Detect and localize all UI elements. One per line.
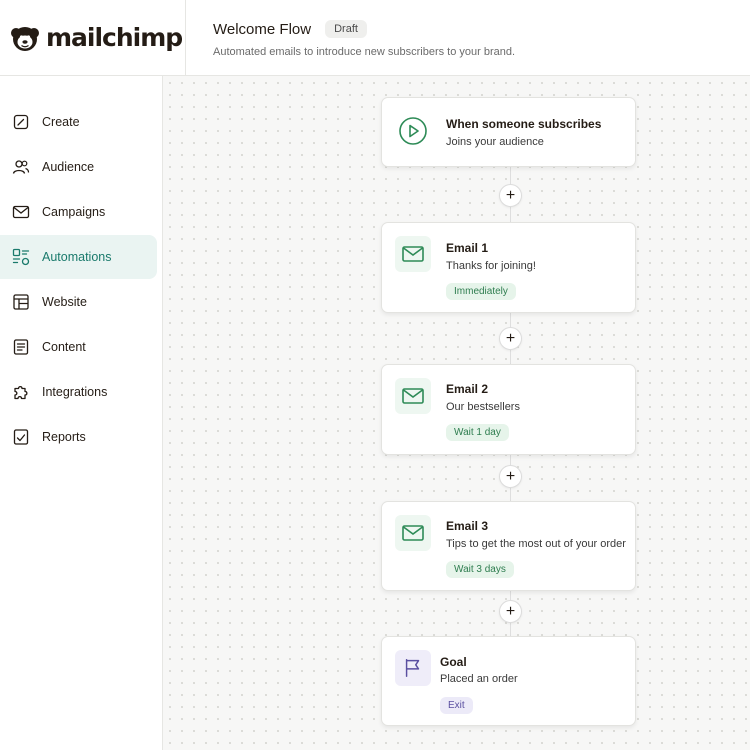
add-step-button[interactable]: + — [499, 600, 522, 623]
report-icon — [12, 428, 30, 446]
email-title: Email 2 — [446, 382, 489, 396]
sidebar-item-label: Reports — [42, 430, 86, 444]
sidebar-item-integrations[interactable]: Integrations — [0, 370, 157, 414]
page-title: Welcome Flow — [213, 20, 312, 38]
email-subtitle: Our bestsellers — [446, 401, 520, 413]
sidebar-item-audience[interactable]: Audience — [0, 145, 157, 189]
sidebar-item-label: Campaigns — [42, 205, 106, 219]
sidebar-item-label: Content — [42, 340, 86, 354]
sidebar-item-label: Create — [42, 115, 80, 129]
brand-name: mailchimp — [46, 23, 183, 52]
trigger-card[interactable]: When someone subscribes Joins your audie… — [381, 97, 636, 167]
sidebar-item-reports[interactable]: Reports — [0, 415, 157, 459]
goal-card[interactable]: Goal Placed an order Exit — [381, 636, 636, 726]
exit-chip: Exit — [440, 697, 473, 714]
pencil-square-icon — [12, 113, 30, 131]
sidebar-item-label: Integrations — [42, 385, 108, 399]
mail-icon — [395, 515, 431, 551]
envelope-icon — [12, 203, 30, 221]
sidebar-item-automations[interactable]: Automations — [0, 235, 157, 279]
page-subtitle: Automated emails to introduce new subscr… — [213, 46, 516, 58]
automation-icon — [12, 248, 30, 266]
people-icon — [12, 158, 30, 176]
layout-icon — [12, 293, 30, 311]
document-icon — [12, 338, 30, 356]
sidebar-item-content[interactable]: Content — [0, 325, 157, 369]
timing-chip: Wait 1 day — [446, 424, 509, 441]
email-subtitle: Thanks for joining! — [446, 260, 536, 272]
add-step-button[interactable]: + — [499, 327, 522, 350]
sidebar-item-website[interactable]: Website — [0, 280, 157, 324]
email-subtitle: Tips to get the most out of your order — [446, 538, 626, 550]
email-title: Email 1 — [446, 241, 489, 255]
mail-icon — [395, 378, 431, 414]
email-card[interactable]: Email 1 Thanks for joining! Immediately — [381, 222, 636, 313]
sidebar-item-campaigns[interactable]: Campaigns — [0, 190, 157, 234]
sidebar-nav: Create Audience Campaigns Automations We… — [0, 76, 163, 750]
mail-icon — [395, 236, 431, 272]
sidebar-item-label: Audience — [42, 160, 95, 174]
sidebar-item-create[interactable]: Create — [0, 100, 157, 144]
add-step-button[interactable]: + — [499, 465, 522, 488]
email-card[interactable]: Email 3 Tips to get the most out of your… — [381, 501, 636, 591]
goal-title: Goal — [440, 655, 467, 669]
play-circle-icon — [398, 116, 428, 146]
freddie-logo-icon — [8, 21, 42, 55]
add-step-button[interactable]: + — [499, 184, 522, 207]
page-header: Welcome Flow Draft Automated emails to i… — [186, 0, 750, 76]
puzzle-icon — [12, 383, 30, 401]
goal-subtitle: Placed an order — [440, 673, 518, 685]
timing-chip: Immediately — [446, 283, 516, 300]
sidebar-item-label: Website — [42, 295, 87, 309]
flag-icon — [395, 650, 431, 686]
sidebar-item-label: Automations — [42, 250, 112, 264]
logo-area[interactable]: mailchimp — [0, 0, 186, 76]
email-card[interactable]: Email 2 Our bestsellers Wait 1 day — [381, 364, 636, 455]
timing-chip: Wait 3 days — [446, 561, 514, 578]
trigger-subtitle: Joins your audience — [446, 136, 544, 148]
email-title: Email 3 — [446, 519, 489, 533]
trigger-title: When someone subscribes — [446, 117, 602, 131]
status-badge: Draft — [325, 20, 367, 38]
